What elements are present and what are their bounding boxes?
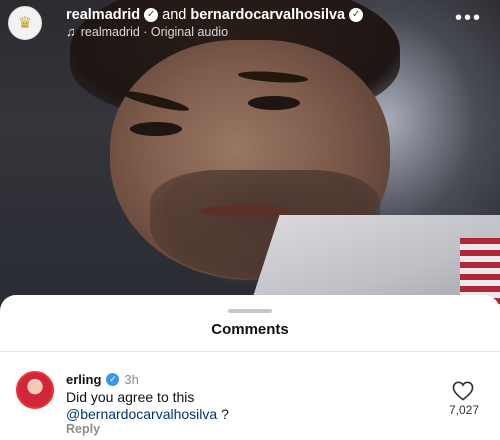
comments-title: Comments bbox=[211, 321, 289, 338]
commenter-username[interactable]: erling bbox=[66, 372, 101, 387]
reply-button[interactable]: Reply bbox=[66, 422, 100, 436]
authors-conjunction: and bbox=[162, 7, 187, 23]
reel-authors: realmadrid ✓ and bernardocarvalhosilva ✓ bbox=[66, 7, 364, 23]
comment-suffix: ? bbox=[217, 406, 229, 422]
right-eye bbox=[248, 96, 300, 110]
account-primary[interactable]: realmadrid bbox=[66, 7, 140, 23]
heart-icon[interactable] bbox=[452, 381, 474, 401]
comments-sheet: Comments erling ✓ 3h Did you agree to th… bbox=[0, 295, 500, 440]
more-dots-icon[interactable]: ••• bbox=[455, 8, 482, 28]
commenter-avatar[interactable] bbox=[16, 371, 54, 409]
left-eye bbox=[130, 122, 182, 136]
like-count: 7,027 bbox=[448, 403, 480, 417]
reel-header: ♛ realmadrid ✓ and bernardocarvalhosilva… bbox=[0, 0, 500, 48]
comment-header: erling ✓ 3h bbox=[66, 372, 139, 387]
comment-time: 3h bbox=[124, 372, 139, 387]
verified-badge-icon: ✓ bbox=[106, 373, 120, 386]
realmadrid-avatar[interactable]: ♛ bbox=[8, 6, 42, 40]
sheet-drag-handle[interactable] bbox=[228, 309, 272, 313]
divider bbox=[0, 351, 500, 352]
verified-badge-icon: ✓ bbox=[349, 8, 364, 22]
comment-body: Did you agree to this @bernardocarvalhos… bbox=[66, 389, 229, 423]
audio-info[interactable]: ♫ realmadrid · Original audio bbox=[66, 24, 228, 39]
account-secondary[interactable]: bernardocarvalhosilva bbox=[190, 7, 345, 23]
audio-label: realmadrid · Original audio bbox=[80, 24, 229, 39]
music-note-icon: ♫ bbox=[66, 24, 76, 39]
comment-mention[interactable]: @bernardocarvalhosilva bbox=[66, 406, 217, 422]
comment-line-1: Did you agree to this bbox=[66, 389, 195, 405]
verified-badge-icon: ✓ bbox=[144, 8, 159, 22]
player-mouth bbox=[200, 205, 290, 217]
comment-line-2: @bernardocarvalhosilva ? bbox=[66, 406, 229, 423]
